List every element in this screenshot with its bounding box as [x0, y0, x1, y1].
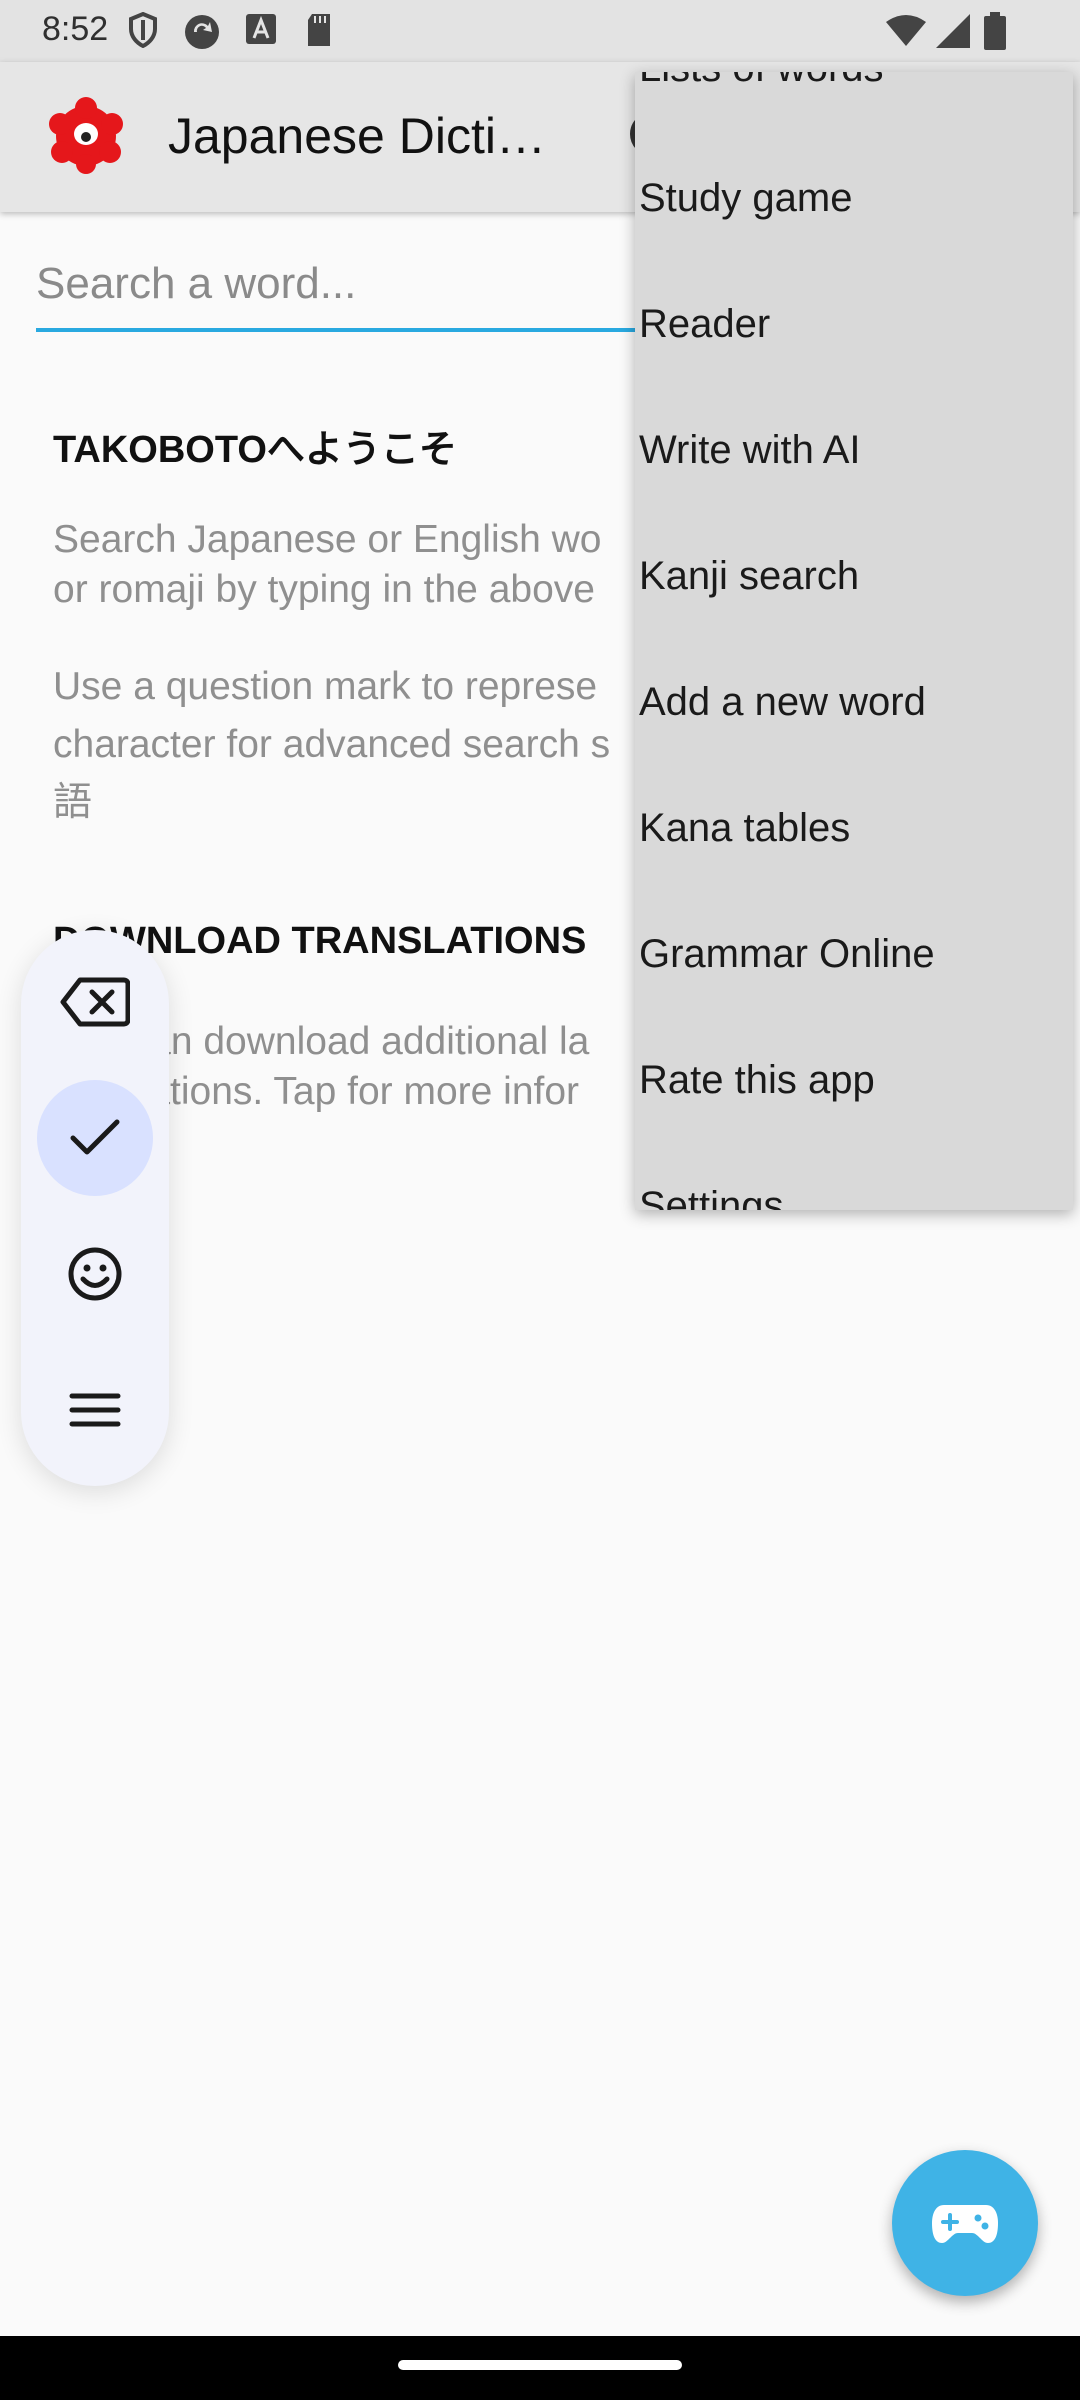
home-gesture-handle[interactable]: [398, 2360, 682, 2370]
menu-item-write-with-ai[interactable]: Write with AI: [639, 428, 861, 473]
app-title: Japanese Dicti…: [168, 108, 546, 164]
keyboard-menu-button[interactable]: [37, 1352, 153, 1468]
check-button[interactable]: [37, 1080, 153, 1196]
navigation-bar: [0, 2336, 1080, 2400]
game-fab-button[interactable]: [892, 2150, 1038, 2296]
menu-item-study-game[interactable]: Study game: [639, 176, 852, 221]
menu-item-add-new-word[interactable]: Add a new word: [639, 680, 926, 725]
menu-item-kanji-search[interactable]: Kanji search: [639, 554, 859, 599]
emoji-button[interactable]: [37, 1216, 153, 1332]
status-bar: 8:52: [0, 0, 1080, 62]
menu-item-lists-of-words[interactable]: Lists of words: [639, 72, 884, 91]
backspace-button[interactable]: [37, 944, 153, 1060]
signal-icon: [936, 14, 970, 48]
menu-item-rate-this-app[interactable]: Rate this app: [639, 1058, 875, 1103]
takoboto-logo-icon[interactable]: [44, 94, 128, 178]
backspace-icon: [60, 977, 130, 1027]
shield-icon: [129, 12, 157, 48]
menu-icon: [69, 1393, 121, 1427]
menu-item-kana-tables[interactable]: Kana tables: [639, 806, 850, 851]
keyboard-toolbar: [21, 930, 169, 1486]
wifi-icon: [886, 15, 926, 46]
overflow-menu: Lists of words Study game Reader Write w…: [635, 72, 1073, 1210]
gamepad-icon: [932, 2205, 998, 2243]
menu-item-grammar-online[interactable]: Grammar Online: [639, 932, 935, 977]
menu-item-settings[interactable]: Settings: [639, 1184, 784, 1210]
sd-card-icon: [308, 14, 330, 46]
check-icon: [70, 1119, 120, 1155]
status-time: 8:52: [42, 10, 109, 48]
battery-icon: [984, 12, 1006, 50]
menu-item-reader[interactable]: Reader: [639, 302, 770, 347]
font-icon: [246, 14, 276, 44]
emoji-icon: [68, 1247, 122, 1301]
welcome-title: TAKOBOTOへようこそ: [53, 429, 457, 471]
sync-icon: [185, 15, 219, 49]
